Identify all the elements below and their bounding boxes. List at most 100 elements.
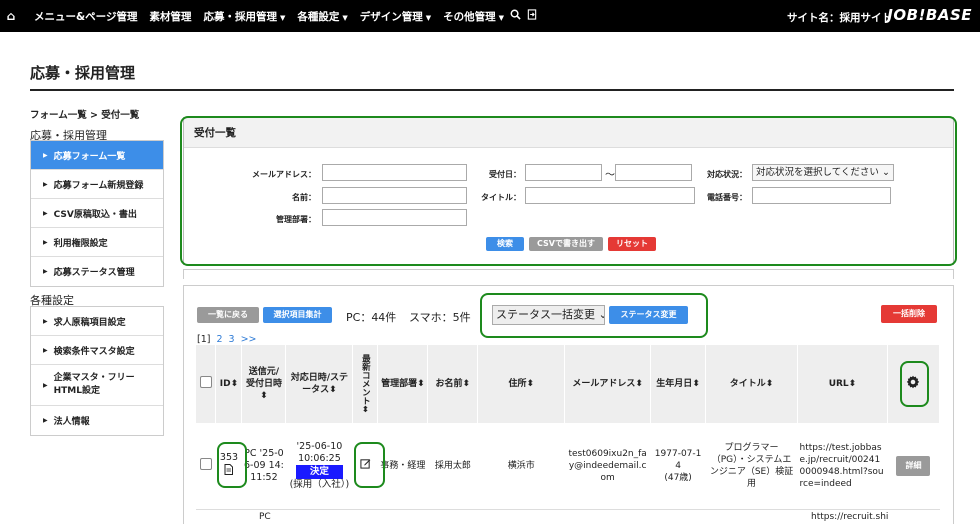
sp-count: スマホ：5件	[409, 311, 471, 324]
search-icon[interactable]	[510, 9, 521, 23]
header-url-label: URL	[828, 379, 849, 389]
sidebar-item-label: 応募フォーム一覧	[53, 151, 126, 162]
page-link-3[interactable]: 3	[229, 334, 235, 345]
header-source-label: 送信元/受付日時	[245, 367, 282, 389]
highlight-bulk-status	[480, 293, 708, 338]
sidebar-item-label: 企業マスタ・フリーHTML設定	[53, 373, 135, 396]
status-badge: 決定	[295, 464, 343, 479]
caret-down-icon: ▼	[279, 13, 286, 22]
header-address[interactable]: 住所⬍	[477, 345, 566, 423]
header-date-status[interactable]: 対応日時/ステータス⬍	[285, 345, 354, 423]
sidebar-item-status[interactable]: ▶ 応募ステータス管理	[31, 257, 163, 286]
sidebar-item-label: 応募フォーム新規登録	[53, 180, 144, 191]
sidebar-item-corporate[interactable]: ▶ 法人情報	[31, 406, 163, 435]
cell-source: PC '25-06-09 14:11:52	[241, 423, 286, 510]
detail-button[interactable]: 詳細	[896, 455, 931, 476]
cell-name: 採用太郎	[427, 423, 478, 510]
row-checkbox[interactable]	[199, 457, 212, 470]
arrow-right-icon: ▶	[43, 268, 48, 275]
nav-other-label: その他管理	[443, 10, 496, 23]
next-row-url: https://recruit.shi	[811, 512, 889, 522]
logo[interactable]: JOB!BASE	[887, 6, 972, 24]
status-badge-wrap: 決定	[288, 464, 351, 479]
sidebar-item-label: 法人情報	[53, 417, 90, 427]
aggregate-button[interactable]: 選択項目集計	[263, 307, 332, 323]
sidebar-item-search-master[interactable]: ▶ 検索条件マスタ設定	[31, 336, 163, 365]
arrow-right-icon: ▶	[43, 317, 48, 325]
sort-icon: ⬍	[692, 379, 700, 389]
arrow-right-icon: ▶	[43, 381, 48, 389]
highlight-filter-panel	[180, 116, 957, 266]
header-dept[interactable]: 管理部署⬍	[377, 345, 429, 423]
sort-icon: ⬍	[360, 404, 371, 415]
sidebar-list-settings: ▶ 求人原稿項目設定 ▶ 検索条件マスタ設定 ▶ 企業マスタ・フリーHTML設定 ▶ 法…	[30, 306, 164, 436]
sidebar-item-form-list[interactable]: ▶ 応募フォーム一覧	[31, 141, 163, 170]
page-current: [1]	[197, 334, 211, 345]
arrow-right-icon: ▶	[43, 180, 48, 188]
header-email[interactable]: メールアドレス⬍	[564, 345, 652, 423]
sidebar-item-label: 検索条件マスタ設定	[53, 346, 135, 357]
sidebar-item-form-new[interactable]: ▶ 応募フォーム新規登録	[31, 170, 163, 199]
cell-address: 横浜市	[477, 423, 565, 510]
cell-birth-date: 1977-07-14	[654, 448, 702, 471]
nav-assets[interactable]: 素材管理	[149, 9, 191, 24]
cell-url[interactable]: https://test.jobbase.jp/recruit/00241000…	[797, 423, 888, 510]
header-id[interactable]: ID⬍	[215, 345, 243, 423]
applications-table: ID⬍ 送信元/受付日時⬍ 対応日時/ステータス⬍ 最新コメント⬍ 管理部署⬍ …	[196, 345, 941, 510]
sort-icon: ⬍	[526, 379, 535, 389]
page-link-2[interactable]: 2	[216, 334, 222, 345]
sidebar-item-permissions[interactable]: ▶ 利用権限設定	[31, 228, 163, 257]
caret-down-icon: ▼	[498, 13, 505, 22]
select-all-checkbox[interactable]	[199, 376, 212, 388]
arrow-right-icon: ▶	[43, 209, 48, 217]
header-comment-label: 最新コメント	[360, 353, 371, 405]
arrow-right-icon: ▶	[43, 346, 48, 354]
nav-menu-page[interactable]: メニュー&ページ管理	[34, 9, 137, 24]
nav-recruit-label: 応募・採用管理	[203, 10, 277, 23]
nav-other[interactable]: その他管理 ▼	[443, 9, 504, 24]
home-icon[interactable]: ⌂	[0, 9, 22, 23]
header-name-label: お名前	[435, 379, 463, 389]
table-header-row: ID⬍ 送信元/受付日時⬍ 対応日時/ステータス⬍ 最新コメント⬍ 管理部署⬍ …	[196, 345, 941, 423]
nav-design[interactable]: デザイン管理 ▼	[360, 9, 431, 24]
cell-title: プログラマー（PG）・システムエンジニア（SE）検証用	[705, 423, 798, 510]
sidebar-item-label: 利用権限設定	[53, 238, 108, 249]
sidebar-item-company-master[interactable]: ▶ 企業マスタ・フリーHTML設定	[31, 365, 163, 406]
sidebar-item-csv[interactable]: ▶ CSV原稿取込・書出	[31, 199, 163, 228]
top-nav: ⌂ メニュー&ページ管理 素材管理 応募・採用管理 ▼ 各種設定 ▼ デザイン管理 ▼…	[0, 0, 980, 32]
header-name[interactable]: お名前⬍	[427, 345, 479, 423]
header-comment[interactable]: 最新コメント⬍	[352, 345, 379, 423]
sort-icon: ⬍	[417, 379, 425, 389]
page-title: 応募・採用管理	[30, 64, 136, 82]
header-source[interactable]: 送信元/受付日時 ⬍	[241, 345, 287, 423]
title-divider	[30, 89, 954, 91]
pc-count: PC：44件	[346, 311, 397, 324]
nav-settings[interactable]: 各種設定 ▼	[297, 9, 347, 24]
header-url[interactable]: URL⬍	[797, 345, 888, 423]
page-link-next[interactable]: >>	[241, 334, 257, 345]
header-title[interactable]: タイトル⬍	[705, 345, 798, 423]
sidebar-item-job-fields[interactable]: ▶ 求人原稿項目設定	[31, 307, 163, 336]
logout-icon[interactable]	[527, 9, 537, 23]
next-row-source: PC	[259, 512, 271, 522]
header-dept-label: 管理部署	[381, 379, 418, 389]
bulk-delete-button[interactable]: 一括削除	[881, 305, 937, 323]
header-birth[interactable]: 生年月日⬍	[650, 345, 707, 423]
nav-recruit[interactable]: 応募・採用管理 ▼	[203, 9, 285, 24]
header-email-label: メールアドレス	[572, 379, 636, 389]
sort-icon: ⬍	[329, 385, 337, 395]
panel-separator	[183, 269, 954, 279]
cell-age: (47歳)	[664, 472, 692, 483]
breadcrumb[interactable]: フォーム一覧 > 受付一覧	[30, 107, 139, 121]
arrow-right-icon: ▶	[43, 238, 48, 246]
cell-actions: 詳細	[887, 423, 940, 510]
site-name: サイト名：採用サイト	[787, 12, 892, 24]
header-id-label: ID	[219, 379, 231, 389]
cell-birth: 1977-07-14 (47歳)	[650, 423, 706, 510]
nav-settings-label: 各種設定	[297, 10, 340, 23]
table-row[interactable]: 353 PC '25-06-09 14:11:52 '25-06-10 10:0…	[196, 423, 940, 510]
sidebar-item-label: CSV原稿取込・書出	[53, 209, 137, 220]
back-to-list-button[interactable]: 一覧に戻る	[197, 307, 259, 323]
sidebar-item-label: 応募ステータス管理	[53, 268, 135, 278]
arrow-right-icon: ▶	[43, 151, 48, 159]
